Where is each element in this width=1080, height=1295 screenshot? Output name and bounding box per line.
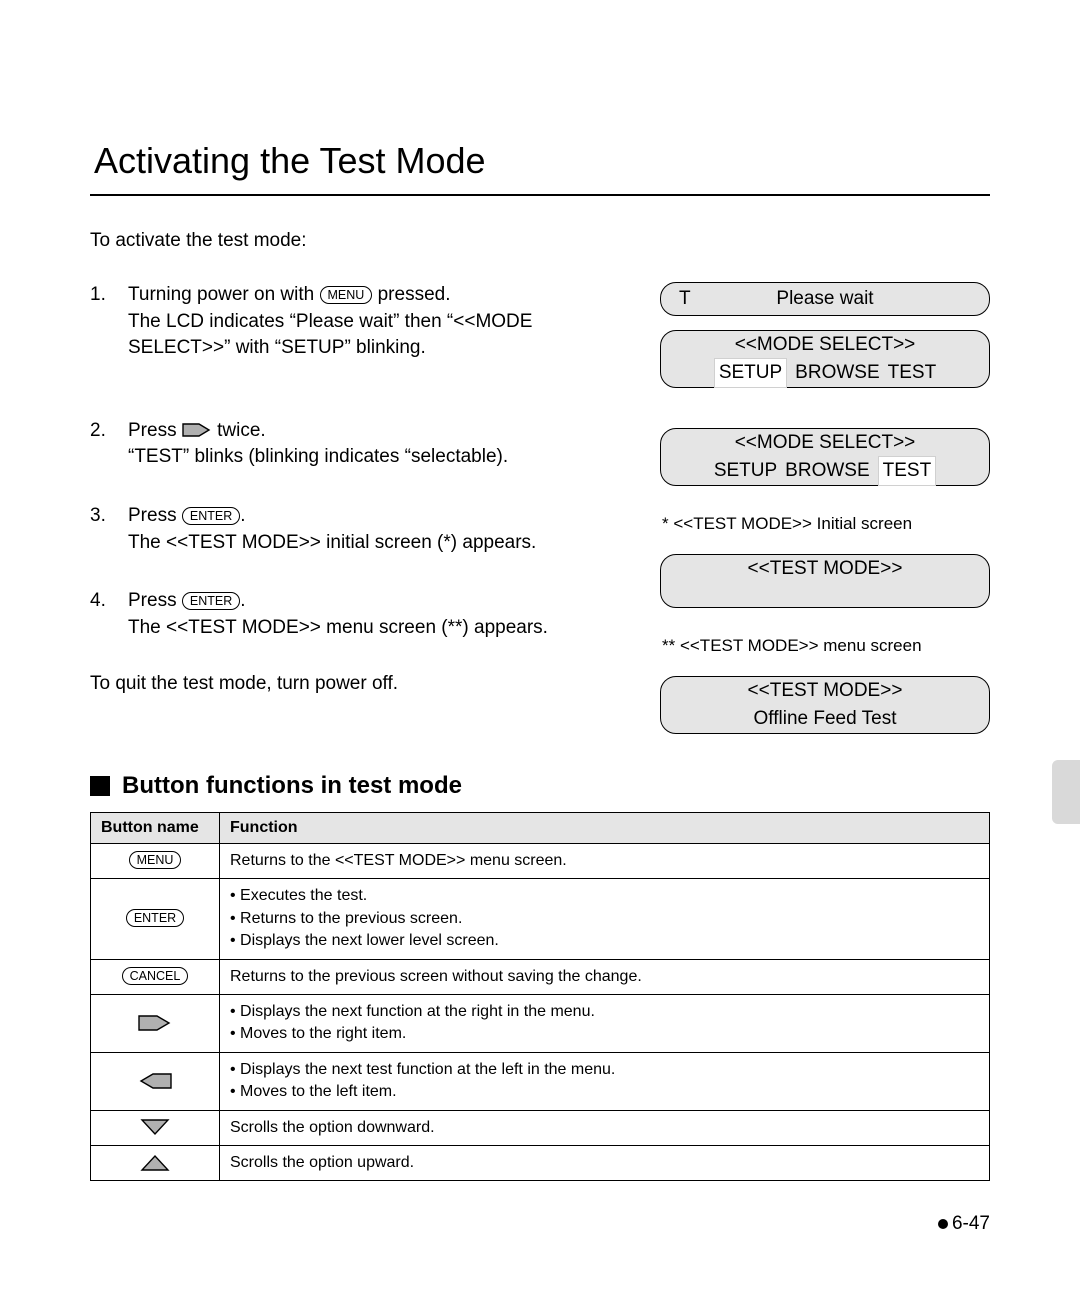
page-title: Activating the Test Mode (94, 140, 990, 182)
menu-button-icon: MENU (129, 851, 182, 869)
step-number: 4. (90, 588, 128, 641)
lcd-display: <<TEST MODE>> (660, 554, 990, 608)
step-text: Press ENTER. The <<TEST MODE>> initial s… (128, 503, 640, 556)
table-row: MENU Returns to the <<TEST MODE>> menu s… (91, 844, 990, 879)
table-row: Scrolls the option upward. (91, 1145, 990, 1180)
button-functions-table: Button name Function MENU Returns to the… (90, 812, 990, 1181)
page-number: 6-47 (938, 1213, 990, 1235)
step-text: Press twice. “TEST” blinks (blinking ind… (128, 418, 640, 471)
table-header: Function (220, 813, 990, 844)
enter-button-icon: ENTER (126, 909, 184, 927)
bullet-icon (938, 1219, 948, 1229)
lcd-display: T Please wait (660, 282, 990, 316)
table-row: ENTER • Executes the test. • Returns to … (91, 879, 990, 959)
table-header: Button name (91, 813, 220, 844)
menu-button-icon: MENU (320, 286, 373, 304)
lcd-display: <<TEST MODE>> Offline Feed Test (660, 676, 990, 734)
enter-button-icon: ENTER (182, 507, 240, 525)
selected-option: TEST (878, 456, 937, 486)
square-bullet-icon (90, 776, 110, 796)
cancel-button-icon: CANCEL (122, 967, 189, 985)
left-arrow-icon (138, 1072, 172, 1090)
table-row: CANCEL Returns to the previous screen wi… (91, 959, 990, 994)
lcd-display: <<MODE SELECT>> SETUP BROWSE TEST (660, 330, 990, 388)
up-arrow-icon (138, 1154, 172, 1172)
title-divider (90, 194, 990, 196)
step-number: 3. (90, 503, 128, 556)
quit-note: To quit the test mode, turn power off. (90, 673, 640, 695)
down-arrow-icon (138, 1118, 172, 1136)
side-tab (1052, 760, 1080, 824)
table-row: Scrolls the option downward. (91, 1110, 990, 1145)
section-heading: Button functions in test mode (122, 772, 462, 800)
caption-text: * <<TEST MODE>> Initial screen (662, 514, 990, 534)
selected-option: SETUP (714, 358, 787, 388)
step-text: Press ENTER. The <<TEST MODE>> menu scre… (128, 588, 640, 641)
table-row: • Displays the next function at the righ… (91, 994, 990, 1052)
step-text: Turning power on with MENU pressed. The … (128, 282, 640, 362)
step-number: 1. (90, 282, 128, 362)
step-number: 2. (90, 418, 128, 471)
table-row: • Displays the next test function at the… (91, 1052, 990, 1110)
intro-text: To activate the test mode: (90, 230, 990, 252)
lcd-display: <<MODE SELECT>> SETUP BROWSE TEST (660, 428, 990, 486)
caption-text: ** <<TEST MODE>> menu screen (662, 636, 990, 656)
right-arrow-icon (138, 1014, 172, 1032)
right-arrow-icon (182, 422, 212, 438)
enter-button-icon: ENTER (182, 592, 240, 610)
